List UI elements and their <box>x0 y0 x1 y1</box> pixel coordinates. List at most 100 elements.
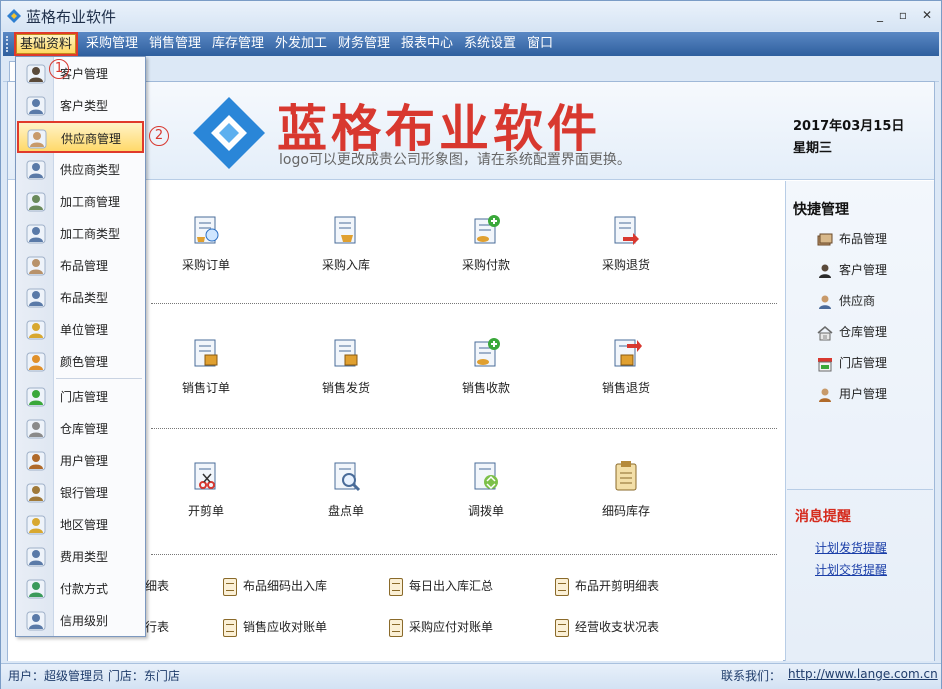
dropdown-item-label: 门店管理 <box>60 390 109 404</box>
purchase-return-button[interactable]: 采购退货 <box>581 213 671 273</box>
quick-supplier-label: 供应商 <box>839 294 876 308</box>
quick-warehouse[interactable]: 仓库管理 <box>817 323 887 341</box>
menu-finance[interactable]: 财务管理 <box>335 34 393 54</box>
dropdown-item-credit[interactable]: 信用级别 <box>18 605 143 635</box>
maximize-button[interactable]: ▫ <box>894 7 912 23</box>
supplier-icon <box>27 129 47 149</box>
brand-subtitle: logo可以更改成贵公司形象图，请在系统配置界面更换。 <box>279 152 631 168</box>
fabric-icon <box>817 233 833 245</box>
shipment-reminder-link[interactable]: 计划发货提醒 <box>815 539 887 556</box>
sales-return-button[interactable]: 销售退货 <box>581 336 671 396</box>
transfer-icon <box>474 462 498 490</box>
sales-receipt-icon <box>474 338 500 367</box>
dropdown-item-bank[interactable]: 银行管理 <box>18 477 143 507</box>
dropdown-item-label: 布品类型 <box>60 291 109 305</box>
quick-user[interactable]: 用户管理 <box>817 385 887 403</box>
dropdown-item-store[interactable]: 门店管理 <box>18 381 143 411</box>
sales-order-button[interactable]: 销售订单 <box>161 336 251 396</box>
dropdown-item-processor-type[interactable]: 加工商类型 <box>18 218 143 248</box>
dropdown-item-fabric-type[interactable]: 布品类型 <box>18 282 143 312</box>
expense-icon <box>26 547 46 567</box>
minimize-button[interactable]: _ <box>871 7 889 23</box>
sales-receipt-button[interactable]: 销售收款 <box>441 336 531 396</box>
report-icon <box>223 618 237 637</box>
delivery-reminder-link[interactable]: 计划交货提醒 <box>815 561 887 578</box>
menu-purchase[interactable]: 采购管理 <box>83 34 141 54</box>
menu-basic-data[interactable]: 基础资料 <box>13 32 79 56</box>
close-button[interactable]: ✕ <box>918 7 936 23</box>
dropdown-item-supplier[interactable]: 供应商管理 <box>17 121 144 153</box>
report-label: 经营收支状况表 <box>575 620 660 634</box>
dropdown-item-unit[interactable]: 单位管理 <box>18 314 143 344</box>
website-link[interactable]: http://www.lange.com.cn <box>788 667 938 681</box>
report-link[interactable]: 布品细码出入库 <box>223 576 327 596</box>
sales-shipment-button[interactable]: 销售发货 <box>301 336 391 396</box>
report-link[interactable]: 采购应付对账单 <box>389 617 493 637</box>
quick-fabric[interactable]: 布品管理 <box>817 230 887 248</box>
dropdown-item-payment[interactable]: 付款方式 <box>18 573 143 603</box>
payment-icon <box>26 579 46 599</box>
dropdown-item-label: 地区管理 <box>60 518 109 532</box>
warehouse-icon <box>817 325 833 340</box>
quick-store-label: 门店管理 <box>839 356 888 370</box>
store-icon <box>26 387 46 407</box>
quick-fabric-label: 布品管理 <box>839 232 888 246</box>
report-link[interactable]: 布品开剪明细表 <box>555 576 659 596</box>
report-link[interactable]: 每日出入库汇总 <box>389 576 493 596</box>
dropdown-item-user[interactable]: 用户管理 <box>18 445 143 475</box>
customer-icon <box>819 264 831 278</box>
app-window: 蓝格布业软件 _ ▫ ✕ 基础资料 采购管理 销售管理 库存管理 外发加工 财务… <box>0 0 942 689</box>
quick-supplier[interactable]: 供应商 <box>817 292 875 310</box>
dropdown-item-label: 加工商类型 <box>60 227 121 241</box>
section-divider <box>151 554 777 555</box>
dropdown-item-supplier-type[interactable]: 供应商类型 <box>18 154 143 184</box>
report-icon <box>555 577 569 596</box>
dropdown-item-processor[interactable]: 加工商管理 <box>18 186 143 216</box>
dropdown-item-warehouse[interactable]: 仓库管理 <box>18 413 143 443</box>
fabric-type-icon <box>26 288 46 308</box>
cutting-order-label: 开剪单 <box>187 504 224 518</box>
current-weekday: 星期三 <box>793 141 833 156</box>
dropdown-item-map-pin[interactable]: 地区管理 <box>18 509 143 539</box>
transfer-button[interactable]: 调拨单 <box>441 459 531 519</box>
dropdown-item-label: 仓库管理 <box>60 422 109 436</box>
report-link[interactable]: 经营收支状况表 <box>555 617 659 637</box>
report-label: 行表 <box>145 620 170 634</box>
dropdown-item-label: 布品管理 <box>60 259 109 273</box>
dropdown-item-label: 费用类型 <box>60 550 109 564</box>
purchase-inbound-button[interactable]: 采购入库 <box>301 213 391 273</box>
menu-settings[interactable]: 系统设置 <box>461 34 519 54</box>
report-link[interactable]: 细表 <box>145 576 169 596</box>
stocktake-button[interactable]: 盘点单 <box>301 459 391 519</box>
quick-panel-title: 快捷管理 <box>793 202 849 218</box>
dropdown-item-fabric[interactable]: 布品管理 <box>18 250 143 280</box>
quick-customer[interactable]: 客户管理 <box>817 261 887 279</box>
cutting-order-button[interactable]: 开剪单 <box>161 459 251 519</box>
purchase-order-button[interactable]: 采购订单 <box>161 213 251 273</box>
purchase-return-label: 采购退货 <box>601 258 650 272</box>
bank-icon <box>26 483 46 503</box>
menu-inventory[interactable]: 库存管理 <box>209 34 267 54</box>
status-user-store: 用户：超级管理员 门店：东门店 <box>8 669 180 683</box>
dropdown-item-expense[interactable]: 费用类型 <box>18 541 143 571</box>
report-link[interactable]: 销售应收对账单 <box>223 617 327 637</box>
credit-icon <box>26 611 46 631</box>
menu-reports[interactable]: 报表中心 <box>398 34 456 54</box>
dropdown-item-label: 付款方式 <box>60 582 109 596</box>
dropdown-item-customer[interactable]: 客户管理 <box>18 58 143 88</box>
clipboard-icon <box>615 461 637 491</box>
menu-sales[interactable]: 销售管理 <box>146 34 204 54</box>
dropdown-item-palette[interactable]: 颜色管理 <box>18 346 143 376</box>
dropdown-item-label: 信用级别 <box>60 614 109 628</box>
basic-data-dropdown: 客户管理 客户类型 供应商管理 供应商类型 加工商管理加工商类型布品管理布品类型单位管理… <box>15 56 146 637</box>
quick-store[interactable]: 门店管理 <box>817 354 887 372</box>
report-link[interactable]: 行表 <box>145 617 169 637</box>
sales-return-icon <box>614 339 642 367</box>
report-icon <box>223 577 237 596</box>
purchase-payment-button[interactable]: 采购付款 <box>441 213 531 273</box>
menu-outsourcing[interactable]: 外发加工 <box>272 34 330 54</box>
dropdown-item-customer-type[interactable]: 客户类型 <box>18 90 143 120</box>
title-bar: 蓝格布业软件 _ ▫ ✕ <box>1 1 941 31</box>
detail-stock-button[interactable]: 细码库存 <box>581 459 671 519</box>
menu-window[interactable]: 窗口 <box>524 34 556 54</box>
